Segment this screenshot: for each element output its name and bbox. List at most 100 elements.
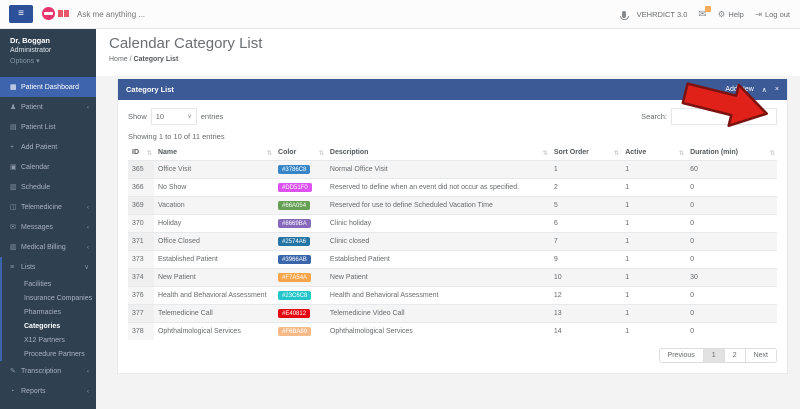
cell-name: Ophthalmological Services <box>154 323 274 341</box>
sidebar-item-medical-billing[interactable]: ▥Medical Billing‹ <box>0 237 96 257</box>
chevron-left-icon: ‹ <box>87 204 89 211</box>
cell-name: Vacation <box>154 197 274 215</box>
column-header-duration-min[interactable]: Duration (min) ⇅ <box>686 145 777 161</box>
table-row[interactable]: 374New Patient#F7A54ANew Patient10130 <box>128 269 777 287</box>
table-row[interactable]: 378Ophthalmological Services#F6BA89Ophth… <box>128 323 777 341</box>
table-row[interactable]: 377Telemedicine Call#E40812Telemedicine … <box>128 305 777 323</box>
cell-name: Office Visit <box>154 161 274 179</box>
table-row[interactable]: 366No Show#DD51F0Reserved to define when… <box>128 179 777 197</box>
user-profile: Dr, Boggan Administrator Options ▾ <box>0 28 96 71</box>
sidebar-item-telemedicine[interactable]: ◫Telemedicine‹ <box>0 197 96 217</box>
breadcrumb: Home / Category List <box>109 56 800 63</box>
collapse-panel-icon[interactable]: ∧ <box>762 86 767 94</box>
sidebar-item-patient-list[interactable]: ▤Patient List <box>0 117 96 137</box>
table-row[interactable]: 376Health and Behavioral Assessment#23C6… <box>128 287 777 305</box>
messages-icon: ✉ <box>10 223 21 231</box>
table-row[interactable]: 371Office Closed#2574A6Clinic closed710 <box>128 233 777 251</box>
column-header-active[interactable]: Active⇅ <box>621 145 686 161</box>
cell-active: 1 <box>621 233 686 251</box>
sidebar-item-label: Reports <box>21 388 46 395</box>
column-header-name[interactable]: Name⇅ <box>154 145 274 161</box>
menu-toggle-button[interactable]: ≡ <box>9 5 33 23</box>
sidebar-item-pharmacies[interactable]: Pharmacies <box>2 305 96 319</box>
cell-name: Holiday <box>154 215 274 233</box>
close-panel-icon[interactable]: × <box>775 86 779 93</box>
help-link[interactable]: ⚙ Help <box>718 9 744 20</box>
breadcrumb-home-link[interactable]: Home <box>109 56 128 63</box>
column-header-label: Duration (min) <box>690 149 738 156</box>
color-badge: #3966AB <box>278 255 311 264</box>
chevron-down-icon: ∨ <box>84 263 89 271</box>
app-logo[interactable] <box>42 7 69 20</box>
chevron-down-icon: ∨ <box>187 113 191 120</box>
chevron-left-icon: ‹ <box>87 244 89 251</box>
add-patient-icon: + <box>10 144 21 151</box>
cell-id: 371 <box>128 233 154 251</box>
cell-description: Reserved to define when an event did not… <box>326 179 550 197</box>
cell-sort: 12 <box>550 287 621 305</box>
add-new-button[interactable]: Add New <box>725 86 753 93</box>
sort-icon: ⇅ <box>147 149 152 157</box>
page-length-select[interactable]: 10 ∨ <box>151 108 197 125</box>
logout-link[interactable]: ⇥ Log out <box>755 9 790 20</box>
voice-command-button[interactable] <box>622 11 626 18</box>
cell-color: #23C6C8 <box>274 287 326 305</box>
user-options-dropdown[interactable]: Options ▾ <box>10 57 86 65</box>
sidebar-item-procedure-partners[interactable]: Procedure Partners <box>2 347 96 361</box>
cell-sort: 6 <box>550 215 621 233</box>
sidebar-item-insurance-companies[interactable]: Insurance Companies <box>2 291 96 305</box>
cell-id: 365 <box>128 161 154 179</box>
column-header-label: Sort Order <box>554 149 589 156</box>
sidebar-item-messages[interactable]: ✉Messages‹ <box>0 217 96 237</box>
sidebar-item-transcription[interactable]: ✎Transcription‹ <box>0 361 96 381</box>
sidebar-item-add-patient[interactable]: +Add Patient <box>0 137 96 157</box>
user-role: Administrator <box>10 47 86 54</box>
sidebar-item-patient-dashboard[interactable]: ▦Patient Dashboard <box>0 77 96 97</box>
cell-duration: 0 <box>686 251 777 269</box>
cell-active: 1 <box>621 287 686 305</box>
table-row[interactable]: 369Vacation#66A054Reserved for use to de… <box>128 197 777 215</box>
pagination-next-button[interactable]: Next <box>745 349 776 362</box>
sort-icon: ⇅ <box>318 149 323 157</box>
cell-name: Office Closed <box>154 233 274 251</box>
chevron-left-icon: ‹ <box>87 104 89 111</box>
table-search-input[interactable] <box>671 108 777 125</box>
messages-button[interactable]: ✉ <box>698 9 706 20</box>
cell-name: Health and Behavioral Assessment <box>154 287 274 305</box>
sidebar-item-label: Lists <box>21 264 35 271</box>
sidebar-item-label: Schedule <box>21 184 50 191</box>
table-row[interactable]: 365Office Visit#3786C8Normal Office Visi… <box>128 161 777 179</box>
color-badge: #F6BA89 <box>278 327 311 336</box>
cell-sort: 13 <box>550 305 621 323</box>
pagination-previous-button[interactable]: Previous <box>660 349 703 362</box>
cell-color: #F6BA89 <box>274 323 326 341</box>
column-header-color[interactable]: Color⇅ <box>274 145 326 161</box>
pagination-page-2[interactable]: 2 <box>724 349 745 362</box>
column-header-sort-order[interactable]: Sort Order⇅ <box>550 145 621 161</box>
sidebar-item-patient[interactable]: ♟Patient‹ <box>0 97 96 117</box>
cell-id: 373 <box>128 251 154 269</box>
product-version: VEHRDICT 3.0 <box>637 10 688 19</box>
column-header-label: Name <box>158 149 177 156</box>
table-row[interactable]: 373Established Patient#3966ABEstablished… <box>128 251 777 269</box>
sidebar-item-lists[interactable]: ≡Lists∨ <box>2 257 96 277</box>
cell-id: 369 <box>128 197 154 215</box>
sidebar-item-schedule[interactable]: ▥Schedule <box>0 177 96 197</box>
pagination-page-1[interactable]: 1 <box>703 349 724 362</box>
sidebar-item-facilities[interactable]: Facilities <box>2 277 96 291</box>
cell-description: Established Patient <box>326 251 550 269</box>
cell-active: 1 <box>621 269 686 287</box>
gear-icon: ⚙ <box>718 9 726 20</box>
table-body: 365Office Visit#3786C8Normal Office Visi… <box>128 161 777 341</box>
sort-icon: ⇅ <box>770 149 775 157</box>
table-row[interactable]: 370Holiday#8669BAClinic holiday610 <box>128 215 777 233</box>
cell-duration: 0 <box>686 179 777 197</box>
sidebar-item-categories[interactable]: Categories <box>2 319 96 333</box>
column-header-id[interactable]: ID⇅ <box>128 145 154 161</box>
panel-title: Category List <box>126 85 174 94</box>
global-search-input[interactable] <box>75 5 299 24</box>
sidebar-item-reports[interactable]: ◔Reports‹ <box>0 381 96 401</box>
sidebar-item-x12-partners[interactable]: X12 Partners <box>2 333 96 347</box>
sidebar-item-calendar[interactable]: ▣Calendar <box>0 157 96 177</box>
column-header-description[interactable]: Description⇅ <box>326 145 550 161</box>
